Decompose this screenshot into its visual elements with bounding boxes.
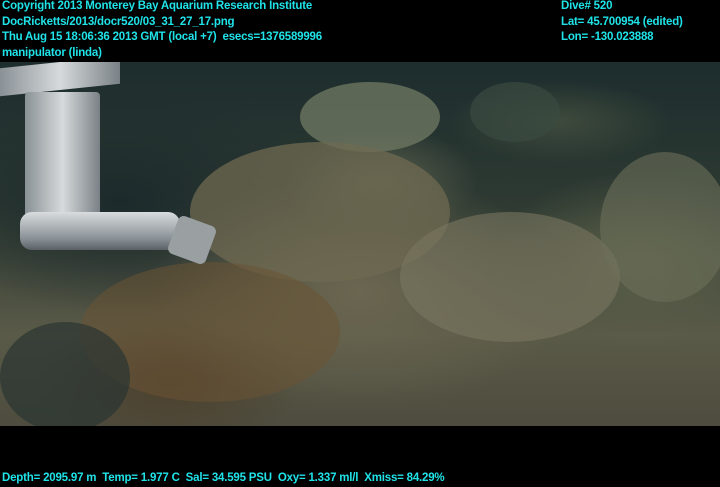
pillow-lava-rock bbox=[470, 82, 560, 142]
pillow-lava-rock bbox=[400, 212, 620, 342]
pillow-lava-rock bbox=[0, 322, 130, 426]
pillow-lava-rock bbox=[600, 152, 720, 302]
manipulator-arm-wrist bbox=[25, 92, 100, 227]
seafloor-video-frame bbox=[0, 62, 720, 426]
timestamp-text: Thu Aug 15 18:06:36 2013 GMT (local +7) … bbox=[2, 31, 322, 43]
sensor-readout: Depth= 2095.97 m Temp= 1.977 C Sal= 34.5… bbox=[2, 472, 445, 484]
latitude-text: Lat= 45.700954 (edited) bbox=[561, 15, 683, 28]
file-path-text: DocRicketts/2013/docr520/03_31_27_17.png bbox=[2, 15, 235, 28]
longitude-text: Lon= -130.023888 bbox=[561, 31, 654, 43]
header-right-overlay: Dive# 520 Lat= 45.700954 (edited) Lon= -13… bbox=[561, 0, 683, 46]
copyright-text: Copyright 2013 Monterey Bay Aquarium Res… bbox=[2, 0, 313, 12]
dive-number-text: Dive# 520 bbox=[561, 0, 613, 12]
header-left-overlay: Copyright 2013 Monterey Bay Aquarium Res… bbox=[2, 0, 322, 61]
manipulator-arm-forearm bbox=[20, 212, 180, 250]
camera-note-text: manipulator (linda) bbox=[2, 46, 102, 59]
